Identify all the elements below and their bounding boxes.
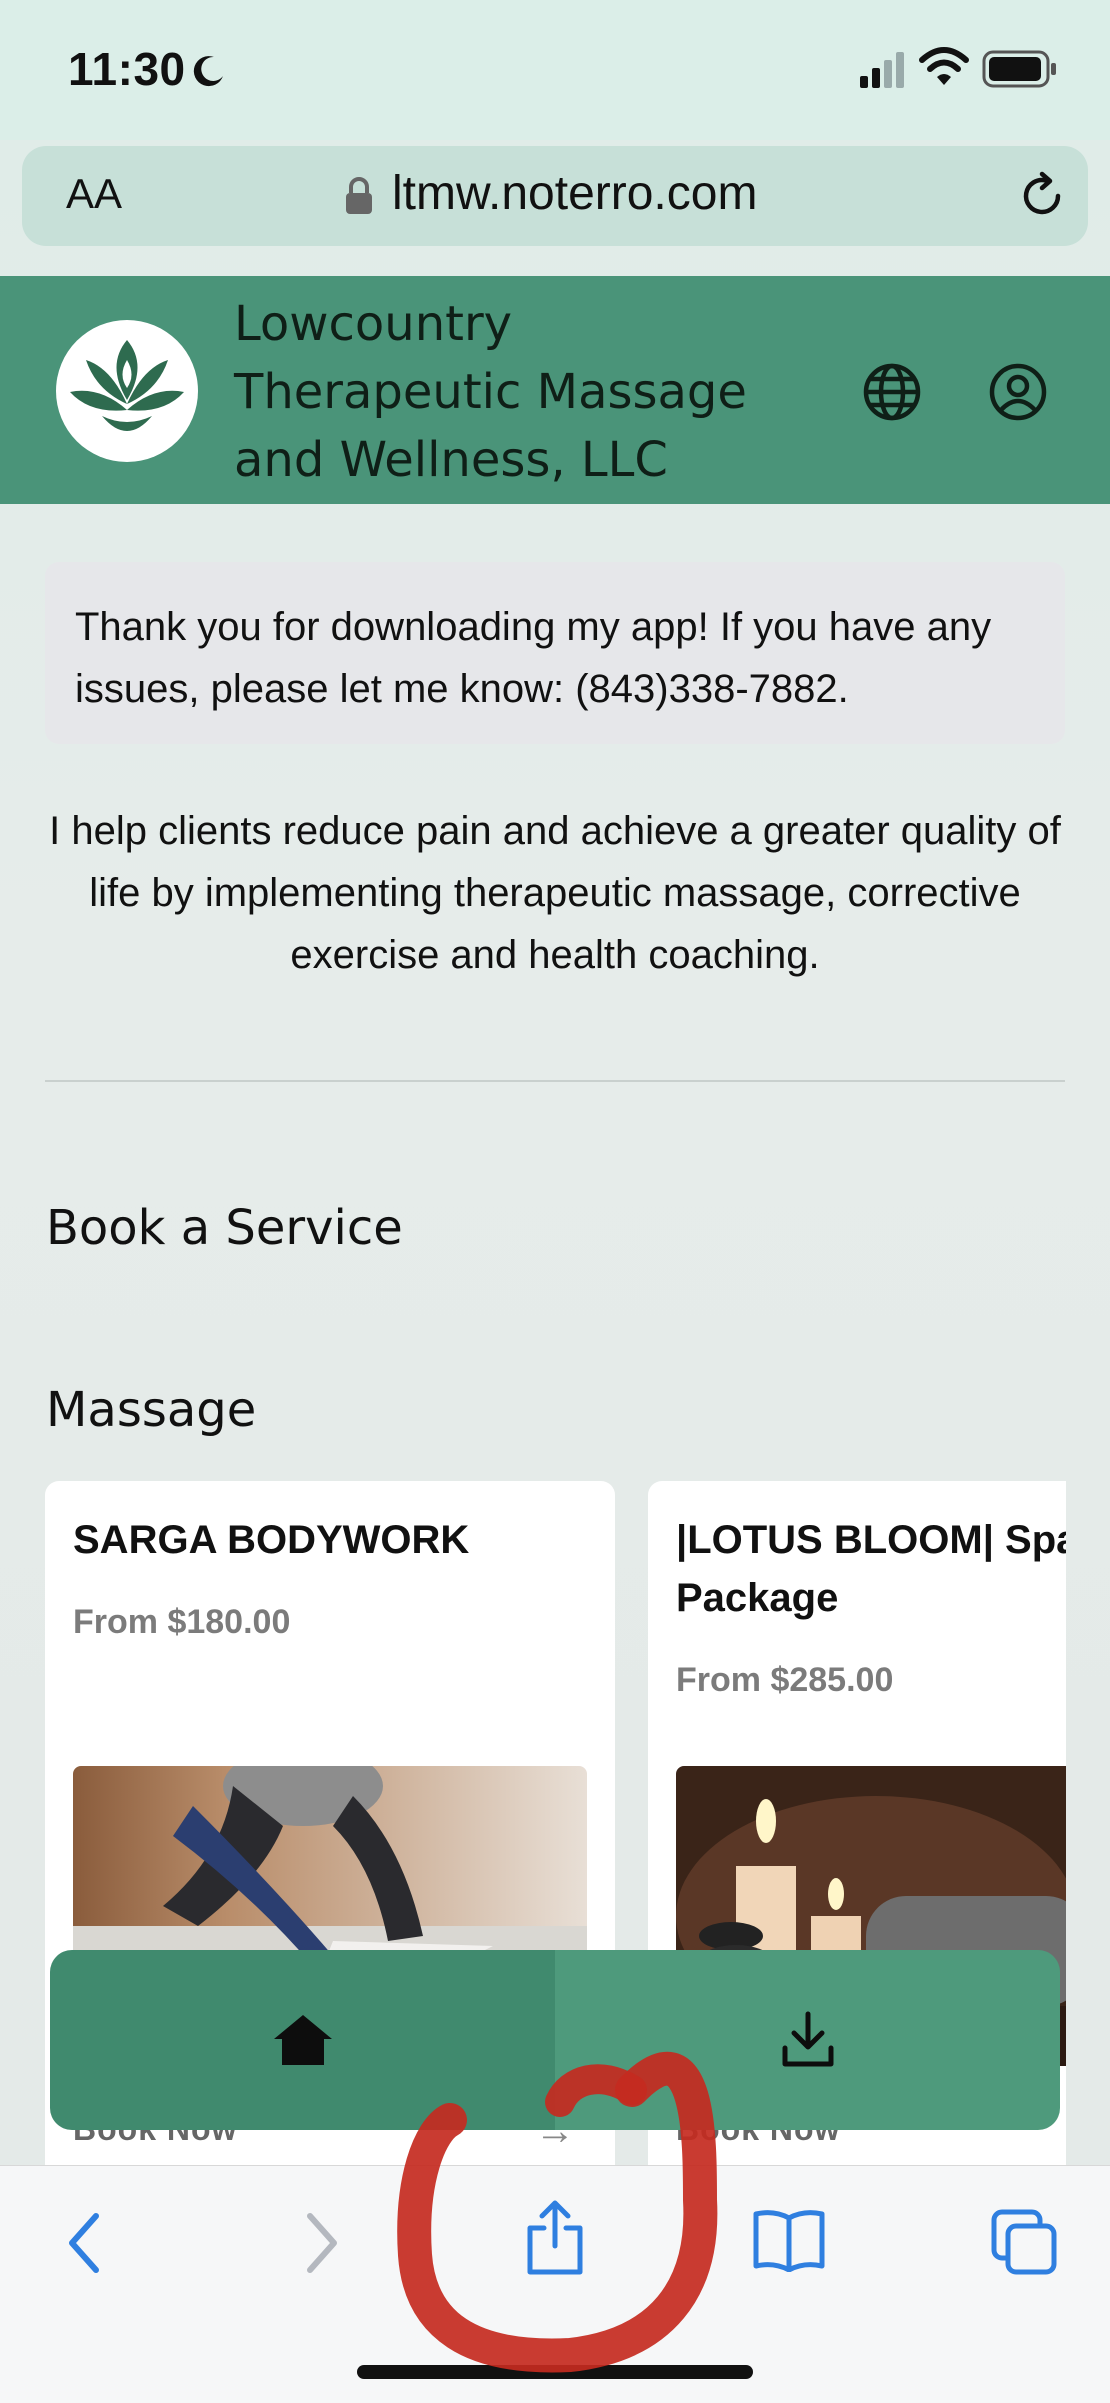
home-indicator — [357, 2365, 753, 2379]
category-title: Massage — [46, 1382, 257, 1438]
account-icon[interactable] — [988, 362, 1048, 422]
share-icon[interactable] — [520, 2198, 590, 2278]
service-price: From $180.00 — [73, 1603, 291, 1641]
text-size-button[interactable]: AA — [66, 170, 122, 218]
wifi-icon — [919, 47, 969, 85]
signal-icon — [860, 52, 904, 88]
moon-icon — [193, 56, 223, 87]
globe-icon[interactable] — [862, 362, 922, 422]
service-title: |LOTUS BLOOM| Spa Package — [676, 1511, 1066, 1627]
status-time: 11:30 — [68, 43, 186, 95]
reload-icon[interactable] — [1016, 170, 1068, 222]
back-icon[interactable] — [62, 2208, 106, 2278]
section-title: Book a Service — [46, 1200, 403, 1256]
forward-icon[interactable] — [300, 2208, 344, 2278]
tabs-icon[interactable] — [990, 2208, 1060, 2276]
app-bottom-nav — [50, 1950, 1060, 2130]
home-icon — [273, 2015, 332, 2065]
lock-icon — [346, 177, 372, 214]
lotus-logo-icon[interactable] — [56, 320, 198, 462]
notice-banner: Thank you for downloading my app! If you… — [45, 562, 1065, 744]
service-title-line: |LOTUS BLOOM| Spa — [676, 1518, 1066, 1562]
status-bar: 11:30 — [0, 0, 1110, 140]
divider — [45, 1080, 1065, 1082]
url-bar[interactable]: AA ltmw.noterro.com — [22, 146, 1088, 246]
site-header: Lowcountry Therapeutic Massage and Welln… — [0, 276, 1110, 504]
url-text[interactable]: ltmw.noterro.com — [392, 166, 757, 221]
battery-icon — [982, 50, 1056, 88]
download-icon — [782, 2011, 833, 2067]
service-title-line: Package — [676, 1576, 839, 1620]
download-nav-button[interactable] — [555, 1950, 1060, 2130]
service-price: From $285.00 — [676, 1661, 894, 1699]
home-nav-button[interactable] — [50, 1950, 555, 2130]
service-title: SARGA BODYWORK — [73, 1518, 470, 1562]
bookmarks-icon[interactable] — [752, 2208, 826, 2272]
intro-text: I help clients reduce pain and achieve a… — [49, 809, 1061, 977]
business-name[interactable]: Lowcountry Therapeutic Massage and Welln… — [234, 290, 794, 494]
